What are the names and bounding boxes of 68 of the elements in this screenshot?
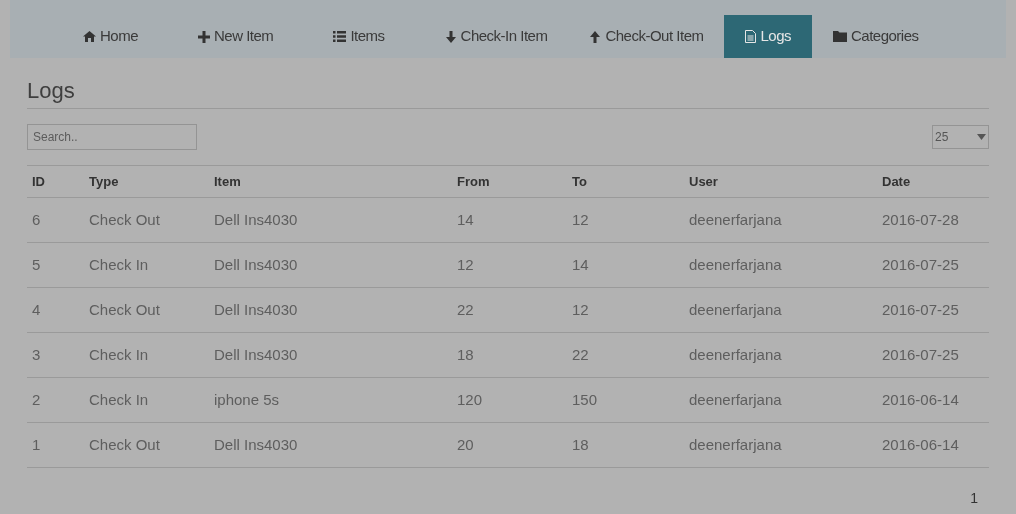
- plus-icon: [198, 30, 210, 43]
- table-cell: Check In: [84, 242, 209, 288]
- table-cell: 6: [27, 197, 84, 243]
- list-icon: [333, 31, 347, 42]
- table-cell: 2016-07-28: [877, 197, 989, 243]
- table-cell: 1: [27, 422, 84, 468]
- table-cell: 18: [567, 422, 684, 468]
- table-cell: deenerfarjana: [684, 197, 877, 243]
- page-title: Logs: [27, 77, 76, 105]
- table-cell: 12: [567, 287, 684, 333]
- column-header[interactable]: From: [452, 165, 567, 198]
- table-cell: Check In: [84, 377, 209, 423]
- search-field[interactable]: Search..: [27, 124, 197, 150]
- nav-tab[interactable]: Categories: [812, 15, 940, 58]
- table-cell: 14: [452, 197, 567, 243]
- table-cell: 150: [567, 377, 684, 423]
- table-cell: 3: [27, 332, 84, 378]
- table-cell: 12: [567, 197, 684, 243]
- table-cell: Dell Ins4030: [209, 197, 452, 243]
- table-cell: 14: [567, 242, 684, 288]
- column-header[interactable]: User: [684, 165, 877, 198]
- table-cell: 2016-06-14: [877, 377, 989, 423]
- table-cell: Check In: [84, 332, 209, 378]
- nav-tab[interactable]: Logs: [724, 15, 812, 58]
- table-cell: 2016-07-25: [877, 287, 989, 333]
- page-link[interactable]: 1: [970, 490, 978, 506]
- home-icon: [83, 31, 96, 42]
- nav-tab[interactable]: Home: [62, 15, 159, 58]
- nav-tab[interactable]: Check-In Item: [423, 15, 569, 58]
- table-cell: deenerfarjana: [684, 332, 877, 378]
- table-cell: 120: [452, 377, 567, 423]
- table-cell: 2016-07-25: [877, 242, 989, 288]
- page-size-select[interactable]: 25: [932, 125, 989, 149]
- column-header[interactable]: Date: [877, 165, 989, 198]
- table-cell: Dell Ins4030: [209, 422, 452, 468]
- table-cell: 5: [27, 242, 84, 288]
- table-cell: 18: [452, 332, 567, 378]
- table-cell: 22: [567, 332, 684, 378]
- table-cell: Check Out: [84, 197, 209, 243]
- table-cell: 20: [452, 422, 567, 468]
- arrow-down-icon: [444, 30, 457, 43]
- table-cell: 12: [452, 242, 567, 288]
- table-cell: deenerfarjana: [684, 422, 877, 468]
- table-cell: 2016-07-25: [877, 332, 989, 378]
- table-cell: 2016-06-14: [877, 422, 989, 468]
- nav-tab[interactable]: Items: [312, 15, 406, 58]
- column-header[interactable]: ID: [27, 165, 84, 198]
- table-cell: deenerfarjana: [684, 242, 877, 288]
- table-cell: Dell Ins4030: [209, 332, 452, 378]
- table-cell: deenerfarjana: [684, 287, 877, 333]
- table-cell: Check Out: [84, 287, 209, 333]
- nav-tab[interactable]: Check-Out Item: [568, 15, 725, 58]
- document-icon: [745, 30, 757, 43]
- nav-tab[interactable]: New Item: [177, 15, 295, 58]
- column-header[interactable]: Type: [84, 165, 209, 198]
- table-cell: 2: [27, 377, 84, 423]
- table-cell: 4: [27, 287, 84, 333]
- table-cell: Dell Ins4030: [209, 287, 452, 333]
- table-cell: Dell Ins4030: [209, 242, 452, 288]
- column-header[interactable]: To: [567, 165, 684, 198]
- table-cell: iphone 5s: [209, 377, 452, 423]
- arrow-up-icon: [589, 30, 602, 43]
- table-cell: deenerfarjana: [684, 377, 877, 423]
- column-header[interactable]: Item: [209, 165, 452, 198]
- table-cell: 22: [452, 287, 567, 333]
- folder-icon: [833, 31, 847, 42]
- table-cell: Check Out: [84, 422, 209, 468]
- caret-icon: [977, 134, 986, 140]
